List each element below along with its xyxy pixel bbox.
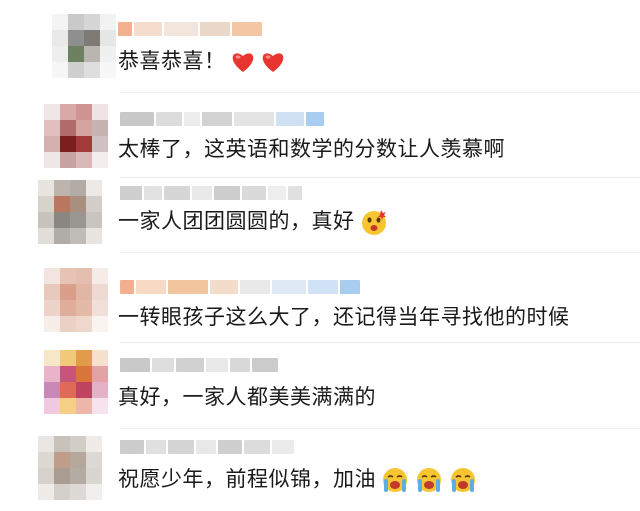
username-blurred[interactable]	[120, 356, 278, 374]
crying-face-icon	[451, 468, 475, 492]
comment-text: 真好，一家人都美美满满的	[118, 385, 376, 409]
crying-face-icon	[383, 468, 407, 492]
username-blurred[interactable]	[120, 438, 294, 456]
comment-text: 一家人团团圆圆的，真好	[118, 206, 389, 237]
username-blurred[interactable]	[118, 20, 262, 38]
avatar[interactable]	[44, 350, 108, 414]
divider	[120, 428, 640, 429]
divider	[120, 92, 640, 93]
comment-text: 太棒了，这英语和数学的分数让人羡慕啊	[118, 137, 505, 161]
username-blurred[interactable]	[120, 110, 324, 128]
avatar[interactable]	[52, 14, 116, 78]
username-blurred[interactable]	[120, 278, 360, 296]
crying-face-icon	[417, 468, 441, 492]
divider	[120, 177, 640, 178]
heart-icon	[262, 53, 283, 72]
heart-icon	[232, 53, 253, 72]
avatar[interactable]	[38, 180, 102, 244]
avatar[interactable]	[44, 268, 108, 332]
avatar[interactable]	[44, 104, 108, 168]
comment-text: 一转眼孩子这么大了，还记得当年寻找他的时候	[118, 305, 570, 329]
divider	[120, 342, 640, 343]
surprised-face-icon	[361, 210, 386, 235]
divider	[120, 252, 640, 253]
avatar[interactable]	[38, 436, 102, 500]
comment-text: 祝愿少年，前程似锦，加油	[118, 464, 478, 495]
comment-text: 恭喜恭喜！	[118, 46, 286, 76]
username-blurred[interactable]	[120, 184, 302, 202]
